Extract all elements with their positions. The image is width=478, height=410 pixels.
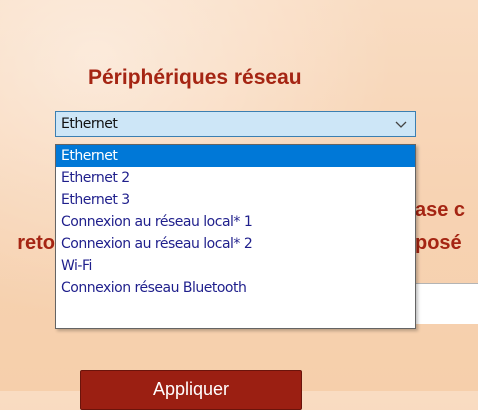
dropdown-option-ethernet-2[interactable]: Ethernet 2 [56,167,415,189]
dropdown-option-wifi[interactable]: Wi-Fi [56,255,415,277]
dropdown-option-local-connection-2[interactable]: Connexion au réseau local* 2 [56,233,415,255]
dropdown-option-bluetooth[interactable]: Connexion réseau Bluetooth [56,277,415,299]
dropdown-option-ethernet-3[interactable]: Ethernet 3 [56,189,415,211]
chevron-down-icon[interactable] [395,119,407,129]
dropdown-option-local-connection-1[interactable]: Connexion au réseau local* 1 [56,211,415,233]
obscured-input-field[interactable] [415,283,478,324]
section-title: Périphériques réseau [88,66,302,89]
obscured-label-right-2: posé [415,232,462,254]
combobox-selected-value: Ethernet [61,116,118,132]
obscured-label-right-1: ase c [415,199,466,221]
network-device-dropdown-list: Ethernet Ethernet 2 Ethernet 3 Connexion… [55,144,416,329]
dropdown-option-ethernet[interactable]: Ethernet [56,145,415,167]
network-device-combobox[interactable]: Ethernet [55,111,416,137]
apply-button[interactable]: Appliquer [80,370,302,410]
obscured-label-left: reto [17,232,55,254]
